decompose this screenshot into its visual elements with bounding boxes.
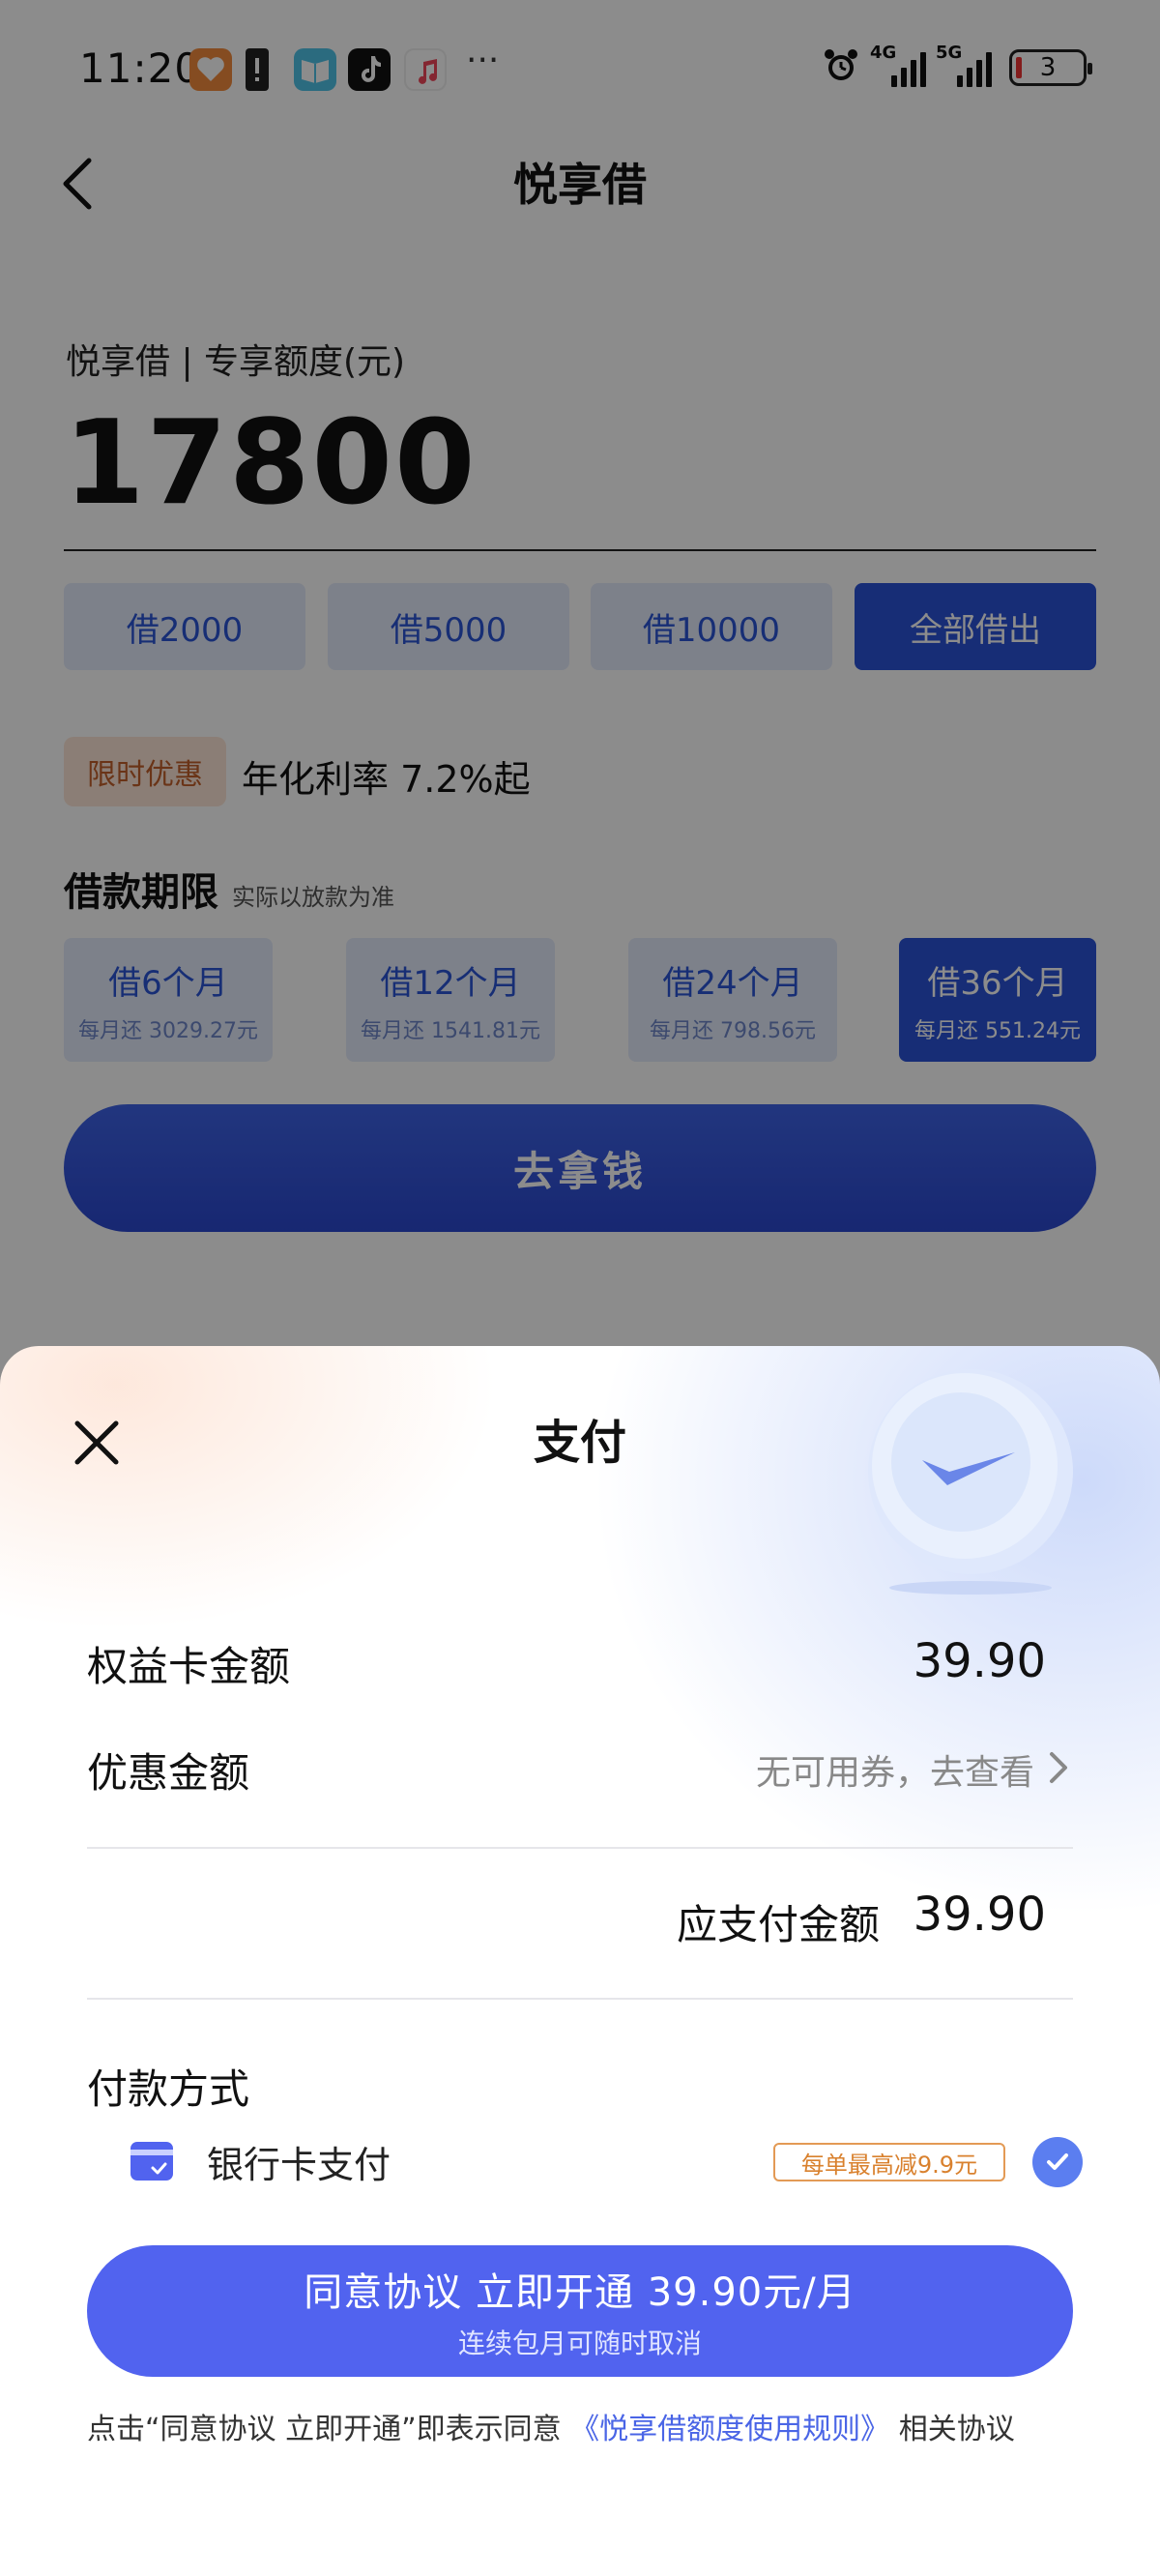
bank-card-option[interactable]: 银行卡支付 (207, 2135, 391, 2188)
payable-value: 39.90 (913, 1888, 1046, 1942)
agreement-link[interactable]: 《悦享借额度使用规则》 (570, 2413, 889, 2446)
payment-sheet: 支付 权益卡金额 39.90 优惠金额 无可用券，去查看 应支付金额 39.90… (0, 1346, 1160, 2576)
cta-main-text: 同意协议 立即开通 39.90元/月 (304, 2270, 856, 2315)
coupon-link[interactable]: 无可用券，去查看 (756, 1744, 1034, 1795)
chevron-right-icon[interactable] (1044, 1748, 1073, 1787)
cta-sub-text: 连续包月可随时取消 (457, 2327, 702, 2359)
payable-label: 应支付金额 (676, 1901, 880, 1948)
check-badge-icon (868, 1369, 1073, 1595)
discount-label: 优惠金额 (87, 1749, 250, 1797)
agreement-suffix: 相关协议 (889, 2413, 1015, 2446)
card-amount-label: 权益卡金额 (87, 1643, 291, 1690)
divider (87, 1998, 1073, 2000)
payment-method-title: 付款方式 (87, 2065, 250, 2113)
discount-tag: 每单最高减9.9元 (773, 2143, 1005, 2181)
selected-check-icon[interactable] (1032, 2137, 1083, 2187)
card-amount-value: 39.90 (913, 1634, 1046, 1688)
agree-subscribe-button[interactable]: 同意协议 立即开通 39.90元/月 连续包月可随时取消 (87, 2245, 1073, 2377)
agreement-prefix: 点击“同意协议 立即开通”即表示同意 (87, 2413, 571, 2446)
agreement-text: 点击“同意协议 立即开通”即表示同意 《悦享借额度使用规则》 相关协议 (87, 2410, 1083, 2450)
bank-card-icon (130, 2142, 173, 2181)
divider (87, 1847, 1073, 1849)
